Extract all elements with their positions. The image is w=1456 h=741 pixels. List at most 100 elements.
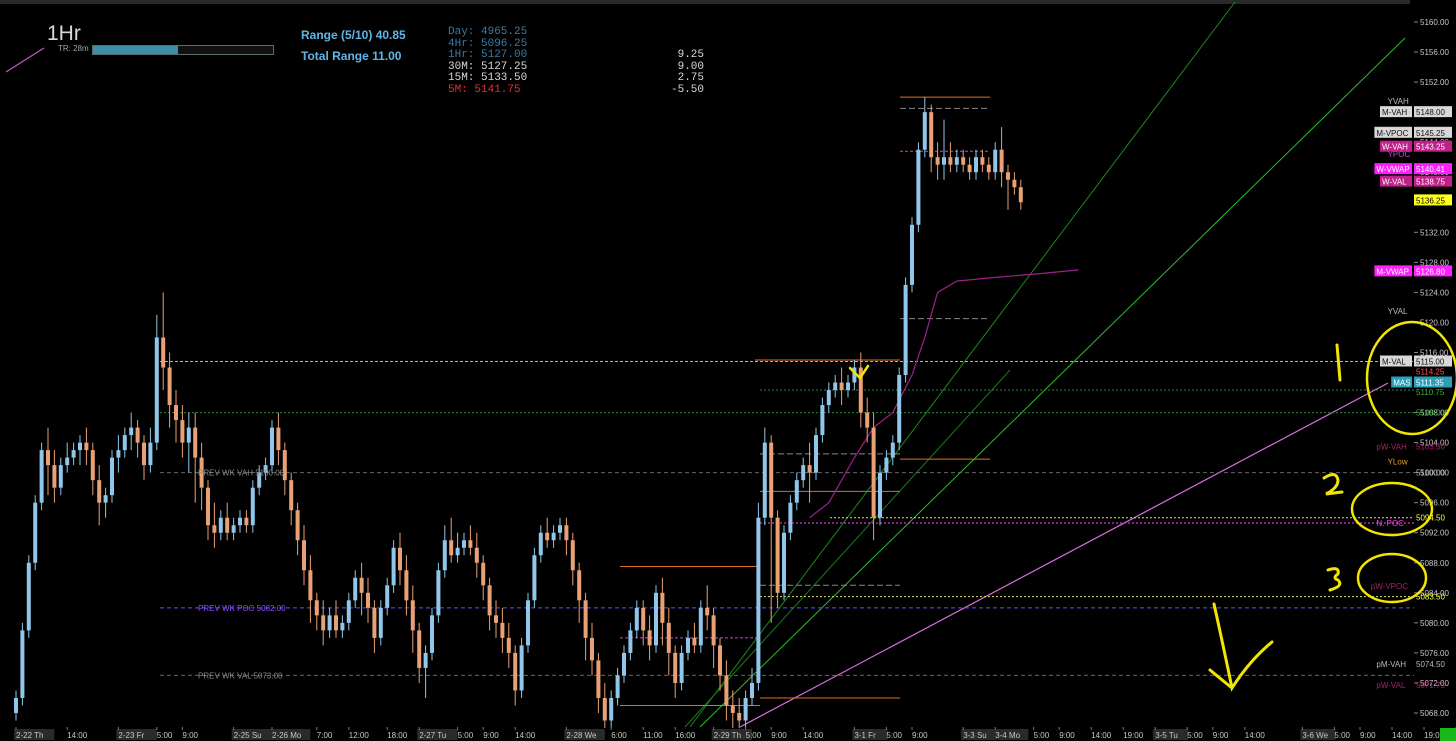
candle-body	[436, 570, 441, 616]
candle-body	[167, 367, 172, 406]
candle-body	[590, 637, 594, 661]
candle-body	[314, 600, 319, 616]
candle-body	[494, 615, 498, 623]
candle-body	[52, 465, 57, 488]
candle-body	[500, 622, 505, 638]
candle-body	[366, 592, 370, 608]
x-tick-label: 3-4 Mo	[995, 731, 1020, 740]
candle-body	[999, 149, 1004, 173]
candle-body	[455, 547, 460, 556]
candle-body	[122, 435, 127, 451]
candle-body	[129, 427, 134, 436]
y-tick-label: 5132.00	[1420, 228, 1449, 237]
x-tick-label: 14:00	[803, 731, 824, 740]
candle-body	[628, 630, 633, 653]
level-name-label: pW-VPOC	[1371, 582, 1408, 591]
candle-body	[833, 382, 838, 391]
candle-body	[289, 480, 294, 511]
candle-body	[90, 450, 95, 481]
candle-body	[148, 442, 153, 466]
candle-body	[570, 540, 575, 571]
green-fan-line-3	[684, 369, 1011, 728]
candle-body	[609, 697, 614, 721]
candle-body	[321, 615, 326, 631]
level-name-label: pM-VAH	[1376, 660, 1406, 669]
candle-body	[788, 502, 793, 533]
candle-body	[654, 592, 658, 646]
y-tick-label: 5096.00	[1420, 499, 1449, 508]
candle-body	[986, 164, 991, 173]
y-tick-label: 5088.00	[1420, 559, 1449, 568]
price-chart[interactable]: 5068.005072.005076.005080.005084.005088.…	[0, 0, 1456, 741]
candle-body	[948, 157, 953, 165]
price-tag-label: 5138.75	[1416, 178, 1445, 187]
candle-body	[679, 652, 684, 683]
candle-body	[39, 450, 44, 503]
candle-body	[871, 427, 876, 518]
candle-body	[814, 435, 818, 473]
candle-body	[462, 540, 466, 548]
x-tick-label: 9:00	[1213, 731, 1229, 740]
candle-body	[340, 622, 345, 631]
price-tag-label: 5140.41	[1416, 165, 1445, 174]
candle-body	[442, 540, 447, 571]
candle-body	[929, 112, 934, 158]
prev-week-level-label: PREV WK VAL 5073.00	[198, 671, 283, 680]
candle-body	[577, 570, 582, 601]
candle-body	[449, 540, 454, 556]
level-name-label: W-VWAP	[1376, 165, 1409, 174]
candle-body	[660, 592, 665, 623]
candle-body	[980, 157, 985, 165]
candle-body	[385, 585, 390, 608]
x-tick-label: 5:00	[886, 731, 902, 740]
candle-body	[103, 495, 108, 503]
candle-body	[391, 547, 396, 586]
candle-body	[372, 607, 377, 638]
timeframe-price: 15M: 5133.50	[448, 72, 528, 84]
candle-body	[186, 427, 191, 443]
price-tag-label: 5143.25	[1416, 143, 1445, 152]
candle-body	[532, 555, 537, 601]
candle-body	[468, 540, 473, 548]
candle-body	[238, 517, 242, 526]
level-name-label: pW-VAL	[1376, 681, 1406, 690]
candle-body	[110, 457, 114, 496]
candle-body	[1018, 187, 1023, 203]
candle-body	[142, 442, 146, 466]
y-tick-label: 5160.00	[1420, 18, 1449, 27]
candle-body	[826, 390, 831, 406]
candle-body	[20, 630, 25, 698]
candle-body	[65, 457, 70, 466]
level-name-label: MAS	[1393, 379, 1410, 388]
candle-body	[538, 532, 543, 556]
candle-body	[686, 637, 690, 653]
x-tick-label: 2-23 Fr	[118, 731, 144, 740]
x-tick-label: 2-25 Su	[234, 731, 262, 740]
price-tag-label: 5115.00	[1416, 357, 1445, 366]
level-name-label: YVAL	[1388, 307, 1408, 316]
candle-body	[878, 472, 882, 518]
timeframe-row: 1Hr: 5127.00 9.25	[448, 49, 704, 62]
candle-body	[276, 427, 281, 451]
x-tick-label: 9:00	[483, 731, 499, 740]
level-name-label: pW-VAH	[1376, 442, 1407, 451]
candle-body	[641, 607, 646, 631]
candle-body	[698, 607, 703, 646]
candle-body	[583, 600, 588, 638]
candle-body	[116, 450, 121, 458]
x-tick-label: 9:00	[771, 731, 787, 740]
candle-body	[481, 562, 486, 586]
green-fan-line-2	[689, 1, 1236, 728]
x-tick-label: 16:00	[675, 731, 696, 740]
candle-body	[750, 682, 754, 698]
y-tick-label: 5068.00	[1420, 709, 1449, 718]
annotation-number-2	[1322, 473, 1344, 496]
x-tick-label: 3-3 Su	[963, 731, 987, 740]
candle-body	[417, 630, 422, 668]
candle-body	[737, 712, 742, 721]
top-info-strip	[0, 0, 1410, 4]
timer-label: TR: 28m	[58, 44, 89, 53]
candle-body	[519, 645, 524, 691]
x-tick-label: 3-5 Tu	[1155, 731, 1178, 740]
annotation-number-1	[1335, 343, 1342, 382]
